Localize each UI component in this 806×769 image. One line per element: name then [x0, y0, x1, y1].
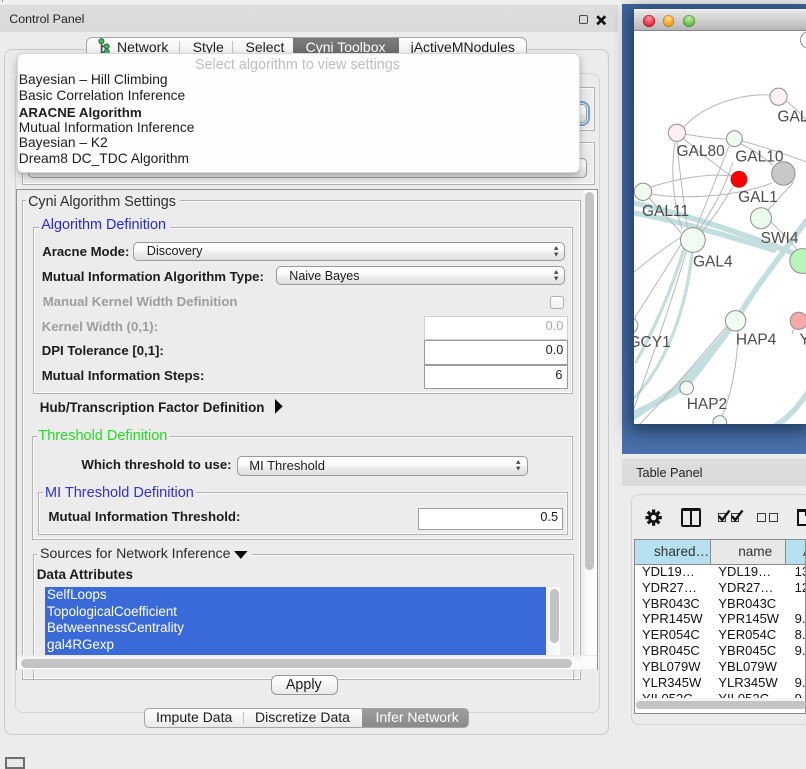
svg-text:HAP4: HAP4 [736, 332, 777, 349]
svg-text:GAL7: GAL7 [777, 109, 806, 126]
svg-text:GAL11: GAL11 [642, 203, 689, 220]
svg-text:YHR1: YHR1 [800, 332, 806, 349]
svg-text:HAP2: HAP2 [687, 396, 728, 413]
svg-text:GAL1: GAL1 [738, 189, 778, 206]
svg-text:GCY1: GCY1 [634, 334, 671, 351]
svg-text:SWI4: SWI4 [761, 230, 799, 247]
svg-text:GAL80: GAL80 [677, 143, 726, 160]
svg-text:GAL10: GAL10 [735, 149, 784, 166]
svg-text:GAL4: GAL4 [693, 254, 733, 271]
